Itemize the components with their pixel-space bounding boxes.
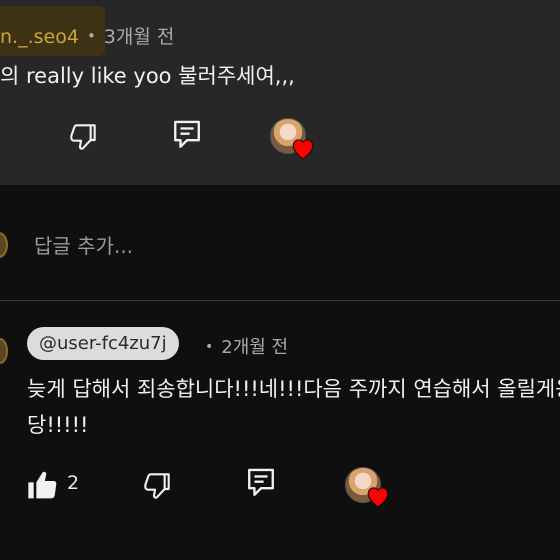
reply-meta: • 2개월 전: [205, 333, 288, 359]
comment-meta: n._.seo4 • 3개월 전: [0, 22, 174, 49]
like-icon[interactable]: [27, 470, 59, 500]
user-avatar: [0, 232, 8, 258]
reply-icon[interactable]: [171, 118, 203, 152]
author-handle[interactable]: n._.seo4: [0, 26, 79, 48]
dislike-icon[interactable]: [68, 120, 100, 152]
reply-time: 2개월 전: [221, 337, 289, 358]
creator-heart-icon: [292, 139, 314, 160]
creator-heart-icon: [367, 487, 389, 508]
comment-text: 의 really like yoo 불러주세여,,,: [0, 64, 295, 88]
reply-text: 늦게 답해서 죄송합니다!!!네!!!다음 주까지 연습해서 올릴게용 당!!!…: [27, 377, 560, 437]
divider: [0, 300, 560, 301]
like-count: 2: [67, 472, 80, 494]
comment-time: 3개월 전: [103, 26, 175, 48]
reply-author-avatar[interactable]: [0, 338, 8, 364]
add-reply-row[interactable]: 답글 추가...: [0, 222, 560, 266]
meta-separator: •: [86, 27, 96, 45]
meta-separator: •: [205, 339, 214, 355]
reply-author-chip[interactable]: @user-fc4zu7j: [27, 327, 179, 360]
highlighted-comment: n._.seo4 • 3개월 전 의 really like yoo 불러주세여,,…: [0, 0, 560, 185]
reply-icon[interactable]: [245, 466, 277, 500]
dislike-icon[interactable]: [142, 469, 174, 501]
add-reply-input[interactable]: 답글 추가...: [34, 230, 133, 259]
